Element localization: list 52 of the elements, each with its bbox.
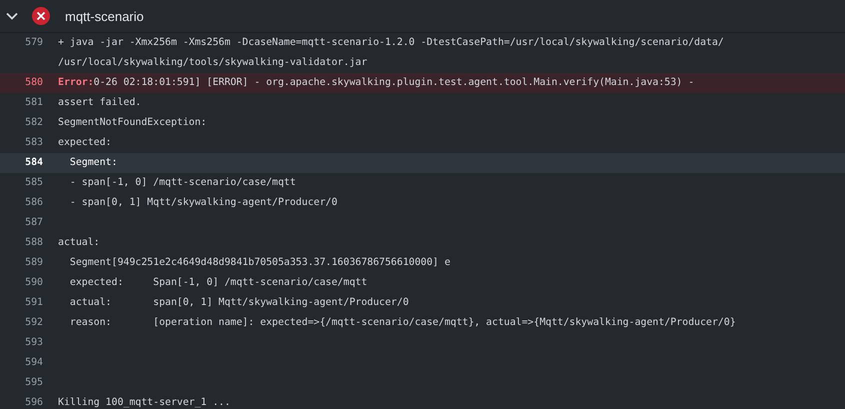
log-line[interactable]: 583 expected: — [0, 133, 845, 153]
line-number: 582 — [24, 116, 43, 130]
log-line[interactable]: 588 actual: — [0, 233, 845, 253]
log-text: reason: [operation name]: expected=>{/mqtt-scenario/case/mqtt}, actual=>{Mqtt/skywalking-agent/Producer/0} — [68, 317, 736, 328]
line-number: 579 — [24, 36, 43, 50]
log-line[interactable]: 595 — [0, 373, 845, 393]
log-text: assert failed. — [58, 97, 142, 108]
line-number: 581 — [24, 96, 43, 110]
log-text: actual: span[0, 1] Mqtt/skywalking-agent/Producer/0 — [68, 297, 409, 308]
log-line[interactable]: 581 assert failed. — [0, 93, 845, 113]
line-number: 588 — [24, 236, 43, 250]
line-number: 586 — [24, 196, 43, 210]
log-text: + java -jar -Xmx256m -Xms256m -DcaseName=mqtt-scenario-1.2.0 -DtestCasePath=/usr/local/skywalking/scenario/data/ — [58, 37, 724, 48]
log-text: Segment: — [68, 157, 118, 168]
line-number: 592 — [24, 316, 43, 330]
chevron-down-icon[interactable] — [6, 12, 18, 20]
log-line[interactable]: 589 Segment[949c251e2c4649d48d9841b70505a353.37.16036786756610000] e — [0, 253, 845, 273]
error-label: Error: — [58, 77, 94, 88]
log-line[interactable]: 592 reason: [operation name]: expected=>{/mqtt-scenario/case/mqtt}, actual=>{Mqtt/skywalking-agent/Producer/0} — [0, 313, 845, 333]
line-number: 593 — [24, 336, 43, 350]
log-text: 0-26 02:18:01:591] [ERROR] - org.apache.skywalking.plugin.test.agent.tool.Main.verify(Main.java:53) - — [94, 77, 694, 88]
log-text: - span[-1, 0] /mqtt-scenario/case/mqtt — [68, 177, 296, 188]
log-text: Segment[949c251e2c4649d48d9841b70505a353.37.16036786756610000] e — [68, 257, 450, 268]
line-number: 594 — [24, 356, 43, 370]
log-text: /usr/local/skywalking/tools/skywalking-validator.jar — [58, 57, 368, 68]
line-number: 580 — [24, 76, 43, 90]
log-text: SegmentNotFoundException: — [58, 117, 207, 128]
line-number: 584 — [24, 156, 43, 170]
log-text: actual: — [58, 237, 100, 248]
log-line[interactable]: 585 - span[-1, 0] /mqtt-scenario/case/mqtt — [0, 173, 845, 193]
log-line[interactable]: 582 SegmentNotFoundException: — [0, 113, 845, 133]
log-line[interactable]: 586 - span[0, 1] Mqtt/skywalking-agent/Producer/0 — [0, 193, 845, 213]
line-number: 583 — [24, 136, 43, 150]
log-line[interactable]: 593 — [0, 333, 845, 353]
log-line[interactable]: 594 — [0, 353, 845, 373]
log-text: expected: — [58, 137, 112, 148]
log-line[interactable]: 587 — [0, 213, 845, 233]
log-text: Killing 100_mqtt-server_1 ... — [58, 397, 230, 408]
line-number: 589 — [24, 256, 43, 270]
step-title: mqtt-scenario — [65, 8, 144, 24]
line-number: 587 — [24, 216, 43, 230]
log-text: - span[0, 1] Mqtt/skywalking-agent/Producer/0 — [68, 197, 338, 208]
line-number: 595 — [24, 376, 43, 390]
line-number: 590 — [24, 276, 43, 290]
log-line[interactable]: 579 + java -jar -Xmx256m -Xms256m -DcaseName=mqtt-scenario-1.2.0 -DtestCasePath=/usr/local/skywalking/scenario/data/ /usr/local/skywalking/tools/skywalking-validator.jar — [0, 33, 845, 73]
log-line[interactable]: 590 expected: Span[-1, 0] /mqtt-scenario/case/mqtt — [0, 273, 845, 293]
line-number: 591 — [24, 296, 43, 310]
line-number: 596 — [24, 396, 43, 409]
line-number: 585 — [24, 176, 43, 190]
log-text: expected: Span[-1, 0] /mqtt-scenario/case/mqtt — [68, 277, 368, 288]
log-line[interactable]: 596 Killing 100_mqtt-server_1 ... — [0, 393, 845, 409]
log-line[interactable]: 591 actual: span[0, 1] Mqtt/skywalking-agent/Producer/0 — [0, 293, 845, 313]
